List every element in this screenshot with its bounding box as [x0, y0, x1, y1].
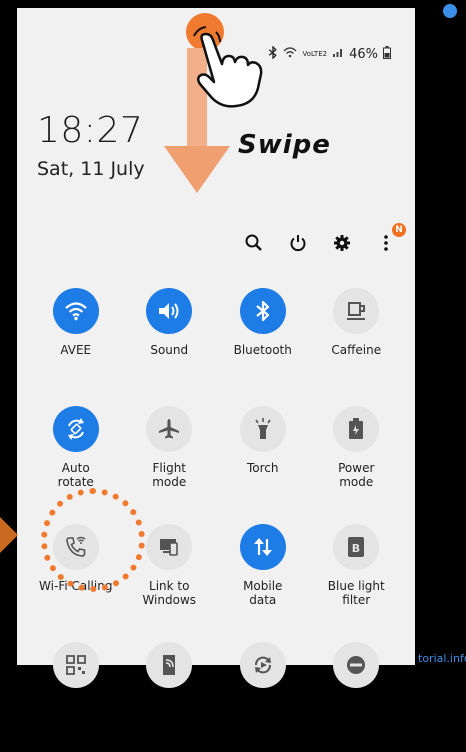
notification-badge: N [392, 223, 406, 237]
more-options-icon[interactable]: N [375, 223, 406, 254]
tile-label: Sound [150, 343, 189, 357]
clock: 18:27 [37, 110, 144, 151]
airplane-icon[interactable] [146, 406, 193, 452]
torch-icon[interactable] [239, 406, 286, 452]
cup-icon[interactable] [333, 288, 380, 334]
tile-power-mode[interactable]: Power mode [310, 406, 404, 516]
mobile-data-icon[interactable] [239, 524, 286, 570]
tile-sound[interactable]: Sound [123, 288, 217, 398]
wifi-status-icon [283, 47, 297, 61]
blue-light-icon[interactable]: B [333, 524, 380, 570]
search-icon[interactable] [243, 232, 265, 254]
wifi-icon[interactable] [52, 288, 99, 334]
link-windows-icon[interactable] [146, 524, 193, 570]
tile-label: Auto rotate [57, 461, 94, 489]
tile-smart-view[interactable] [123, 642, 217, 752]
tile-label: Bluetooth [233, 343, 292, 357]
hand-pointer-icon [193, 26, 263, 108]
tile-label: Torch [246, 461, 279, 475]
battery-icon [383, 46, 391, 62]
sync-icon[interactable] [239, 642, 286, 688]
tile-label: Power mode [338, 461, 375, 489]
battery-icon[interactable] [333, 406, 380, 452]
svg-text:B: B [352, 542, 360, 555]
qr-icon[interactable] [52, 642, 99, 688]
tile-flight-mode[interactable]: Flight mode [123, 406, 217, 516]
tile-label: AVEE [60, 343, 92, 357]
tile-label: Link to Windows [142, 579, 197, 607]
watermark: torial.info [418, 652, 466, 665]
date: Sat, 11 July [37, 158, 145, 180]
rotate-icon[interactable] [52, 406, 99, 452]
signal-icon [332, 47, 344, 61]
volte-text: VoLTE2 [302, 49, 328, 58]
battery-percent: 46% [349, 46, 378, 62]
smart-view-icon[interactable] [146, 642, 193, 688]
quick-panel-toolbar: N [243, 223, 406, 254]
settings-gear-icon [443, 4, 457, 18]
tile-label: Flight mode [152, 461, 187, 489]
tile-label: Caffeine [331, 343, 382, 357]
bluetooth-icon[interactable] [239, 288, 286, 334]
sound-icon[interactable] [146, 288, 193, 334]
tile-do-not-disturb[interactable] [310, 642, 404, 752]
tile-sync[interactable] [216, 642, 310, 752]
quick-panel: VoLTE2 46% 18:27 Sat, 11 July Swipe N AV… [17, 8, 415, 688]
tile-caffeine[interactable]: Caffeine [310, 288, 404, 398]
status-bar: VoLTE2 46% [268, 45, 391, 62]
tile-qr-scanner[interactable] [29, 642, 123, 752]
dnd-icon[interactable] [333, 642, 380, 688]
tile-blue-light-filter[interactable]: B Blue light filter [310, 524, 404, 634]
tile-mobile-data[interactable]: Mobile data [216, 524, 310, 634]
tile-torch[interactable]: Torch [216, 406, 310, 516]
wifi-calling-highlight-ring [41, 488, 145, 592]
pointer-arrow [0, 517, 18, 553]
swipe-label: Swipe [238, 130, 331, 160]
tile-label: Blue light filter [327, 579, 385, 607]
tile-label: Mobile data [243, 579, 283, 607]
tile-bluetooth[interactable]: Bluetooth [216, 288, 310, 398]
power-icon[interactable] [287, 232, 309, 254]
gear-icon[interactable] [331, 232, 353, 254]
tile-wifi[interactable]: AVEE [29, 288, 123, 398]
